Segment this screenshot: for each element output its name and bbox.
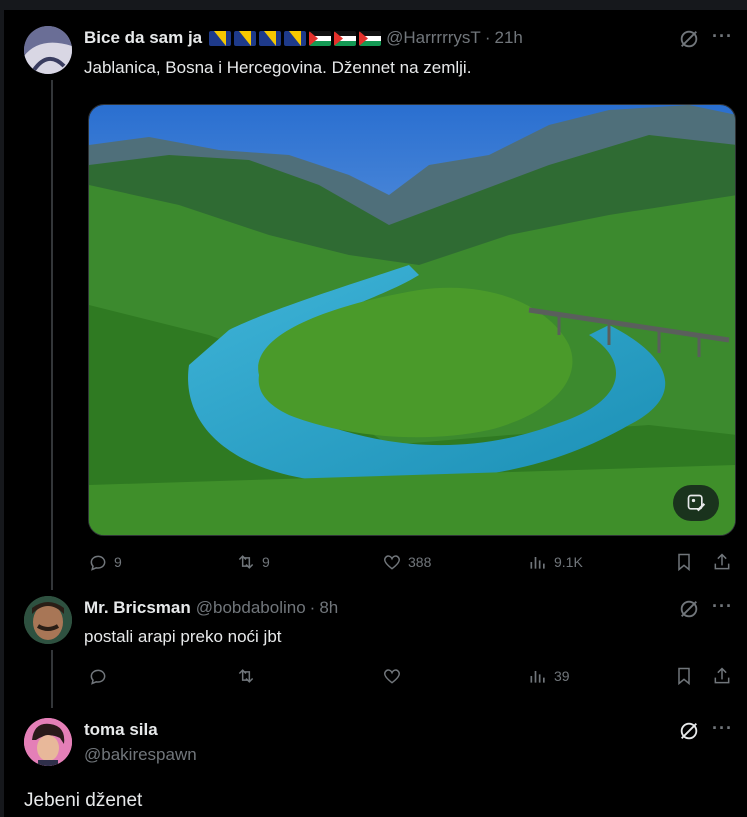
handle[interactable]: @bakirespawn — [84, 745, 197, 765]
view-count: 9.1K — [554, 554, 583, 570]
grok-icon[interactable] — [678, 28, 700, 50]
tweet-text: Jablanica, Bosna i Hercegovina. Džennet … — [84, 58, 472, 77]
repost-button[interactable]: 9 — [236, 552, 270, 572]
reply-button[interactable] — [88, 666, 114, 686]
display-name[interactable]: toma sila — [84, 720, 158, 740]
reply-icon — [90, 555, 106, 571]
separator: · — [309, 598, 316, 617]
more-icon[interactable]: ··· — [712, 718, 733, 739]
bookmark-icon — [678, 667, 690, 686]
tweet-header: toma sila — [84, 720, 158, 740]
tweet-reply-1[interactable]: Mr. Bricsman @bobdabolino · 8h ··· posta… — [0, 582, 747, 700]
views-icon — [530, 557, 545, 569]
views-icon — [530, 671, 545, 683]
bookmark-icon — [678, 553, 690, 572]
views-button[interactable]: 9.1K — [528, 552, 583, 572]
palestine-flag-icon — [334, 30, 357, 46]
alt-text-button[interactable] — [673, 485, 719, 521]
avatar-image-icon — [24, 718, 72, 766]
repost-button[interactable] — [236, 666, 262, 686]
display-name[interactable]: Bice da sam ja — [84, 28, 202, 48]
tweet-header: Mr. Bricsman @bobdabolino · 8h — [84, 598, 338, 618]
heart-icon — [383, 669, 401, 684]
like-button[interactable] — [382, 666, 408, 686]
like-count: 388 — [408, 554, 432, 570]
bookmark-button[interactable] — [674, 666, 694, 686]
tweet-photo[interactable] — [88, 104, 736, 536]
tweet-text: Jebeni dženet — [24, 790, 143, 811]
share-button[interactable] — [712, 666, 732, 686]
timestamp[interactable]: 8h — [319, 598, 338, 618]
like-button[interactable]: 388 — [382, 552, 431, 572]
heart-icon — [383, 555, 401, 570]
grok-icon[interactable] — [678, 598, 700, 620]
reply-button[interactable]: 9 — [88, 552, 122, 572]
display-name[interactable]: Mr. Bricsman — [84, 598, 191, 618]
handle[interactable]: @HarrrrrysT — [386, 28, 481, 48]
grok-icon[interactable] — [678, 720, 700, 742]
avatar[interactable] — [24, 718, 72, 766]
more-icon[interactable]: ··· — [712, 26, 733, 47]
tweet-header: Bice da sam ja @HarrrrrysT · 21h — [84, 28, 523, 48]
share-icon — [714, 553, 730, 570]
palestine-flag-icon — [359, 30, 382, 46]
views-button[interactable]: 39 — [528, 666, 570, 686]
reply-icon — [90, 669, 106, 685]
bosnia-flag-icon — [259, 30, 282, 46]
thread-line — [51, 80, 53, 582]
bookmark-button[interactable] — [674, 552, 694, 572]
flag-emojis — [206, 30, 382, 46]
bosnia-flag-icon — [209, 30, 232, 46]
more-icon[interactable]: ··· — [712, 596, 733, 617]
avatar-image-icon — [24, 26, 72, 74]
repost-icon — [238, 669, 254, 683]
repost-count: 9 — [262, 554, 270, 570]
avatar-image-icon — [24, 596, 72, 644]
timestamp[interactable]: 21h — [494, 28, 522, 48]
bosnia-flag-icon — [284, 30, 307, 46]
handle[interactable]: @bobdabolino — [196, 598, 306, 618]
avatar[interactable] — [24, 596, 72, 644]
repost-icon — [238, 555, 254, 569]
reply-count: 9 — [114, 554, 122, 570]
share-button[interactable] — [712, 552, 732, 572]
landscape-image-icon — [89, 105, 735, 535]
image-edit-icon — [687, 494, 706, 512]
view-count: 39 — [554, 668, 570, 684]
palestine-flag-icon — [309, 30, 332, 46]
separator: · — [484, 28, 491, 47]
tweet-reply-2[interactable]: toma sila @bakirespawn ··· Jebeni dženet — [0, 700, 747, 817]
share-icon — [714, 667, 730, 684]
avatar[interactable] — [24, 26, 72, 74]
thread-line — [51, 700, 53, 708]
tweet-main[interactable]: Bice da sam ja @HarrrrrysT · 21h ··· Jab… — [0, 0, 747, 582]
bosnia-flag-icon — [234, 30, 257, 46]
tweet-text: postali arapi preko noći jbt — [84, 627, 282, 646]
thread-line — [51, 650, 53, 700]
thread-line — [51, 582, 53, 590]
